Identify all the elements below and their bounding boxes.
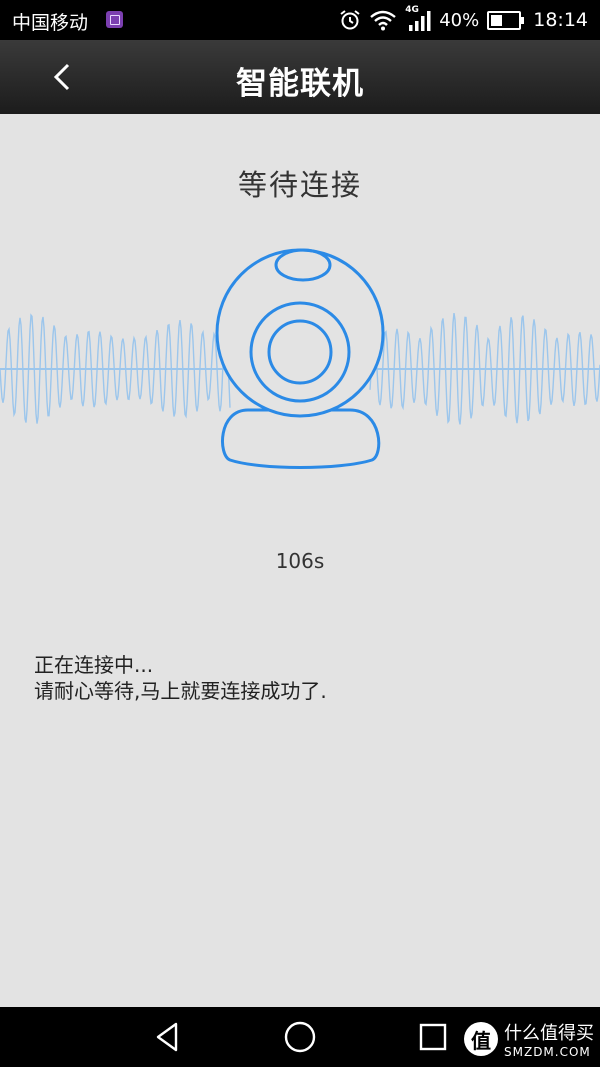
message-line-1: 正在连接中... (34, 653, 154, 677)
gallery-notification-icon (106, 11, 123, 28)
watermark-text: 什么值得买 (504, 1023, 594, 1044)
clock: 18:14 (533, 9, 588, 31)
triangle-back-icon[interactable] (150, 1019, 186, 1055)
watermark: 值 什么值得买 SMZDM.COM (464, 1019, 594, 1059)
page-title: 智能联机 (236, 66, 364, 102)
wifi-icon (370, 10, 396, 31)
navigation-bar: 值 什么值得买 SMZDM.COM (0, 1007, 600, 1067)
status-indicators: 4G 40% 18:14 (331, 5, 588, 34)
battery-icon (487, 10, 525, 30)
status-bar: 中国移动 4G 40% 18:14 (0, 0, 600, 40)
countdown-timer: 106s (275, 549, 325, 573)
carrier-label: 中国移动 (12, 12, 89, 34)
watermark-logo: 值 (464, 1022, 498, 1056)
alarm-icon (340, 10, 360, 30)
square-recent-icon[interactable] (415, 1019, 451, 1055)
watermark-subtext: SMZDM.COM (504, 1045, 591, 1059)
message-line-2: 请耐心等待,马上就要连接成功了. (34, 679, 327, 703)
connection-screen: 等待连接 106s 正在连接中... 请耐心等待,马上就要连接成功了. (0, 114, 600, 1007)
circle-home-icon[interactable] (282, 1019, 318, 1055)
camera-icon (215, 248, 385, 469)
battery-percent: 40% (439, 9, 480, 31)
signal-icon: 4G (405, 5, 431, 32)
status-heading: 等待连接 (237, 168, 362, 202)
app-bar: 智能联机 (0, 40, 600, 114)
connecting-message: 正在连接中... 请耐心等待,马上就要连接成功了. (34, 652, 327, 704)
